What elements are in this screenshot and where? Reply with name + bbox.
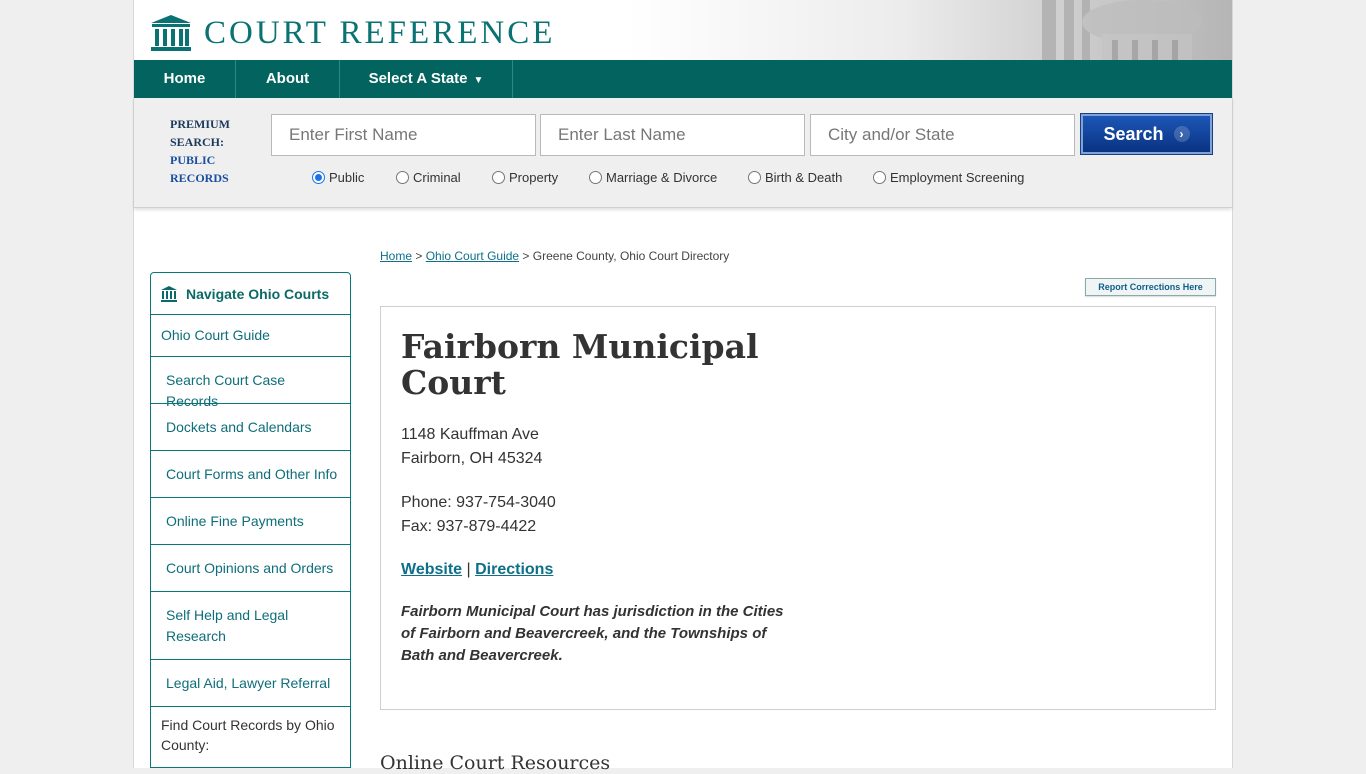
nav-about[interactable]: About <box>236 60 340 98</box>
radio-dot-icon <box>873 171 886 184</box>
radio-dot-icon <box>396 171 409 184</box>
sidebar-title: Navigate Ohio Courts <box>186 285 330 302</box>
column-capital-image <box>1042 0 1202 60</box>
radio-public[interactable]: Public <box>312 170 396 185</box>
radio-property[interactable]: Property <box>492 170 589 185</box>
radio-label: Property <box>509 170 559 185</box>
site-logo[interactable]: COURT REFERENCE <box>150 14 555 52</box>
report-corrections-button[interactable]: Report Corrections Here <box>1085 278 1216 296</box>
sidebar-item-self-help[interactable]: Self Help and Legal Research <box>151 592 350 660</box>
sidebar-item-search-case-records[interactable]: Search Court Case Records <box>151 357 350 409</box>
address-city: Fairborn, OH 45324 <box>401 450 543 467</box>
radio-label: Public <box>329 170 365 185</box>
courthouse-icon <box>151 15 191 51</box>
search-button[interactable]: Search › <box>1080 113 1213 155</box>
court-info-card: Fairborn Municipal Court 1148 Kauffman A… <box>380 306 1216 710</box>
breadcrumb-current: Greene County, Ohio Court Directory <box>532 249 730 263</box>
radio-birth-death[interactable]: Birth & Death <box>748 170 873 185</box>
court-phone: Phone: 937-754-3040 <box>401 494 556 511</box>
sidebar-county-heading: Find Court Records by Ohio County: <box>161 717 335 753</box>
courthouse-icon <box>161 285 177 302</box>
site-header: COURT REFERENCE <box>134 0 1232 60</box>
premium-label-line: RECORDS <box>170 171 229 185</box>
main-nav: Home About Select A State ▼ <box>134 60 1232 98</box>
caret-down-icon: ▼ <box>473 75 484 86</box>
court-links: Website | Directions <box>401 558 553 582</box>
court-address: 1148 Kauffman Ave Fairborn, OH 45324 <box>401 423 542 471</box>
directions-link[interactable]: Directions <box>475 561 553 578</box>
sidebar-item-court-forms[interactable]: Court Forms and Other Info <box>151 451 350 498</box>
search-type-options: Public Criminal Property Marriage & Divo… <box>312 170 1024 185</box>
ohio-courts-sidebar: Navigate Ohio Courts Ohio Court Guide Se… <box>150 272 351 768</box>
breadcrumb-home-link[interactable]: Home <box>380 249 412 263</box>
radio-dot-icon <box>312 171 325 184</box>
chevron-right-icon: › <box>1173 126 1190 142</box>
sidebar-header: Navigate Ohio Courts <box>151 273 350 315</box>
nav-select-state-label: Select A State <box>368 70 468 87</box>
sidebar-item-online-fine-payments[interactable]: Online Fine Payments <box>151 498 350 545</box>
radio-dot-icon <box>492 171 505 184</box>
radio-label: Employment Screening <box>890 170 1025 185</box>
link-separator: | <box>462 561 476 578</box>
premium-label-line: PREMIUM <box>170 117 230 131</box>
page-container: COURT REFERENCE Home About Select A Stat… <box>133 0 1233 774</box>
court-name-heading: Fairborn Municipal Court <box>401 327 759 402</box>
premium-search-bar: PREMIUM SEARCH: PUBLIC RECORDS Search › … <box>134 98 1232 208</box>
radio-dot-icon <box>748 171 761 184</box>
premium-label-line: SEARCH: <box>170 135 225 149</box>
radio-label: Marriage & Divorce <box>606 170 718 185</box>
radio-label: Criminal <box>413 170 461 185</box>
sidebar-item-court-opinions[interactable]: Court Opinions and Orders <box>151 545 350 592</box>
search-button-label: Search <box>1103 123 1164 144</box>
nav-select-state[interactable]: Select A State ▼ <box>340 60 513 98</box>
radio-label: Birth & Death <box>765 170 843 185</box>
address-street: 1148 Kauffman Ave <box>401 426 539 443</box>
breadcrumb-guide-link[interactable]: Ohio Court Guide <box>426 249 519 263</box>
court-jurisdiction-description: Fairborn Municipal Court has jurisdictio… <box>401 603 784 664</box>
premium-search-label: PREMIUM SEARCH: PUBLIC RECORDS <box>170 115 230 187</box>
radio-marriage-divorce[interactable]: Marriage & Divorce <box>589 170 748 185</box>
first-name-input[interactable] <box>271 114 536 156</box>
premium-label-line: PUBLIC <box>170 153 216 167</box>
sidebar-item-legal-aid[interactable]: Legal Aid, Lawyer Referral <box>151 660 350 707</box>
nav-home[interactable]: Home <box>134 60 236 98</box>
last-name-input[interactable] <box>540 114 805 156</box>
sidebar-item-ohio-court-guide[interactable]: Ohio Court Guide <box>151 315 350 357</box>
radio-dot-icon <box>589 171 602 184</box>
online-resources-heading: Online Court Resources <box>380 752 611 774</box>
breadcrumb: Home > Ohio Court Guide > Greene County,… <box>380 249 729 263</box>
radio-criminal[interactable]: Criminal <box>396 170 492 185</box>
court-fax: Fax: 937-879-4422 <box>401 518 537 535</box>
breadcrumb-separator: > <box>412 249 426 263</box>
court-contact: Phone: 937-754-3040 Fax: 937-879-4422 <box>401 491 556 539</box>
city-state-input[interactable] <box>810 114 1075 156</box>
website-link[interactable]: Website <box>401 561 462 578</box>
logo-text: COURT REFERENCE <box>204 14 556 51</box>
breadcrumb-separator: > <box>519 249 533 263</box>
radio-employment-screening[interactable]: Employment Screening <box>873 170 1024 185</box>
